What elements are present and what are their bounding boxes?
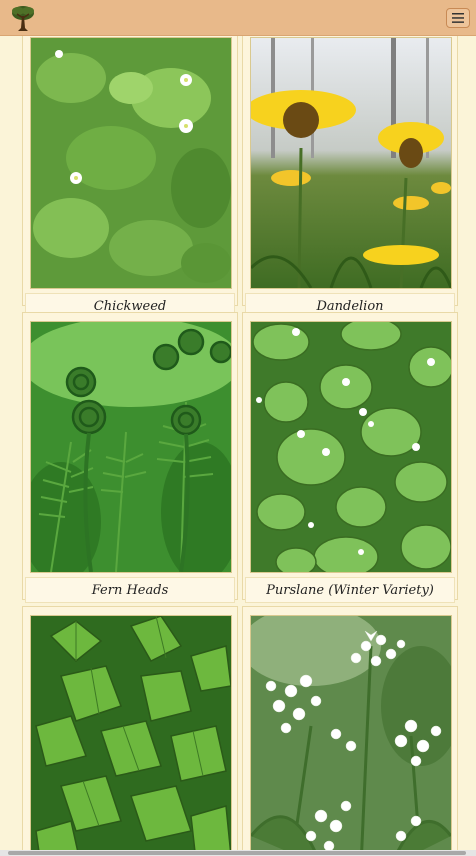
plant-gallery: Chickweed Dandelion Fern Heads Purslane … [0, 36, 476, 856]
caption-box: Purslane (Winter Variety) [245, 577, 455, 603]
chickweed-photo[interactable] [30, 37, 232, 289]
wild-garlic-photo[interactable] [250, 615, 452, 856]
plant-card-chickweed[interactable]: Chickweed [22, 36, 238, 319]
plant-card-dandelion[interactable]: Dandelion [242, 36, 458, 319]
tree-logo-icon[interactable] [10, 4, 36, 32]
plant-caption[interactable]: Fern Heads [92, 583, 169, 598]
plant-card-fern-heads[interactable]: Fern Heads [22, 312, 238, 603]
hamburger-menu-icon [452, 13, 464, 23]
hamburger-menu-button[interactable] [446, 8, 470, 28]
purslane-photo[interactable] [250, 321, 452, 573]
plant-card-wild-garlic[interactable] [242, 606, 458, 856]
fern-heads-photo[interactable] [30, 321, 232, 573]
plant-caption[interactable]: Purslane (Winter Variety) [266, 583, 434, 598]
plant-card-purslane[interactable]: Purslane (Winter Variety) [242, 312, 458, 603]
plant-card-nettle[interactable] [22, 606, 238, 856]
nettle-photo[interactable] [30, 615, 232, 856]
caption-box: Fern Heads [25, 577, 235, 603]
horizontal-scrollbar[interactable] [0, 850, 476, 856]
dandelion-photo[interactable] [250, 37, 452, 289]
top-navbar [0, 0, 476, 36]
scrollbar-thumb[interactable] [8, 851, 466, 855]
